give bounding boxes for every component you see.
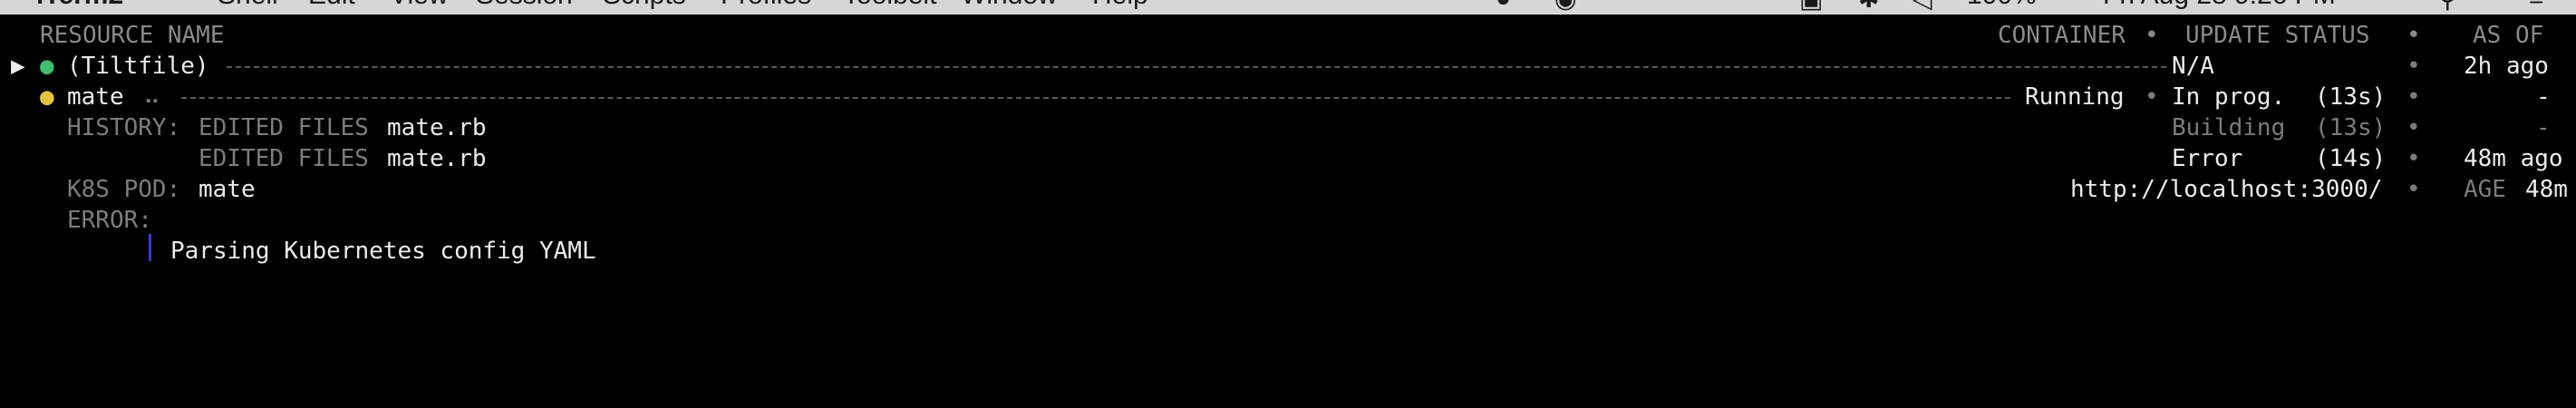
- header-row: RESOURCE NAME CONTAINER • UPDATE STATUS …: [0, 20, 2576, 51]
- history-status: Error: [2172, 145, 2243, 172]
- resource-name[interactable]: (Tiltfile): [67, 51, 209, 82]
- row-leader-rule: [227, 66, 2166, 68]
- status-dot-icon: ●: [40, 53, 54, 80]
- resource-row-tiltfile[interactable]: ▶ ● (Tiltfile) N/A • 2h ago: [0, 51, 2576, 82]
- row-sep: •: [2407, 53, 2421, 80]
- history-kind: EDITED FILES: [199, 145, 369, 172]
- tilt-terminal: RESOURCE NAME CONTAINER • UPDATE STATUS …: [0, 15, 2576, 265]
- col-container: CONTAINER: [1998, 22, 2126, 49]
- row-sep: •: [2145, 83, 2159, 111]
- tray-control-center-icon[interactable]: ≡: [2529, 0, 2543, 13]
- tray-status-icon[interactable]: ●: [1496, 0, 1511, 13]
- menu-clock[interactable]: Fri Aug 28 9:26 PM: [2103, 0, 2336, 11]
- menu-app-name[interactable]: iTerm2: [36, 0, 123, 11]
- tray-camera-icon[interactable]: ◉: [1554, 0, 1576, 14]
- update-status: N/A: [2172, 53, 2214, 80]
- menu-help[interactable]: Help: [1092, 0, 1148, 11]
- history-duration: (13s): [2315, 114, 2387, 141]
- menu-view[interactable]: View: [390, 0, 448, 11]
- history-row: EDITED FILES mate.rb Error (14s) • 48m a…: [0, 143, 2576, 174]
- container-status: Running: [2025, 83, 2125, 111]
- history-age: 48m ago: [2464, 145, 2563, 172]
- history-label: HISTORY:: [67, 114, 181, 141]
- build-spinner-icon: ⠤: [143, 83, 161, 111]
- menu-session[interactable]: Session: [476, 0, 573, 11]
- error-message: Parsing Kubernetes config YAML: [170, 238, 596, 265]
- col-resource-name: RESOURCE NAME: [40, 22, 225, 49]
- row-sep: •: [2407, 145, 2421, 172]
- resource-name[interactable]: mate: [67, 82, 124, 112]
- row-leader-rule: [181, 97, 2010, 99]
- col-update-status: UPDATE STATUS: [2185, 22, 2370, 49]
- history-row: HISTORY: EDITED FILES mate.rb Building (…: [0, 112, 2576, 143]
- error-message-row: Parsing Kubernetes config YAML: [0, 236, 2576, 267]
- pod-name: mate: [199, 176, 256, 203]
- row-sep: •: [2407, 114, 2421, 141]
- update-duration: (13s): [2315, 83, 2387, 111]
- pod-age-label: AGE: [2464, 176, 2506, 203]
- tray-volume-icon[interactable]: ◁: [1913, 0, 1932, 14]
- tray-display-icon[interactable]: ▣: [1799, 0, 1823, 14]
- menu-profiles[interactable]: Profiles: [721, 0, 811, 11]
- status-dot-icon: ●: [40, 83, 54, 111]
- history-duration: (14s): [2315, 145, 2387, 172]
- menu-window[interactable]: Window: [961, 0, 1058, 11]
- pod-age: 48m: [2525, 176, 2568, 203]
- tray-bluetooth-icon[interactable]: ✱: [1858, 0, 1879, 14]
- resource-row-mate[interactable]: ● mate ⠤ Running • In prog. (13s) • -: [0, 82, 2576, 112]
- menu-toolbelt[interactable]: Toolbelt: [843, 0, 936, 11]
- pod-label: K8S POD:: [67, 176, 181, 203]
- update-status: In prog.: [2172, 83, 2286, 111]
- menu-scripts[interactable]: Scripts: [603, 0, 686, 11]
- col-as-of: AS OF: [2473, 22, 2544, 49]
- history-status: Building: [2172, 114, 2286, 141]
- header-sep: •: [2145, 22, 2159, 49]
- history-kind: EDITED FILES: [199, 114, 369, 141]
- endpoint-link[interactable]: http://localhost:3000/: [2070, 174, 2382, 205]
- as-of-value: -: [2536, 83, 2551, 111]
- error-label: ERROR:: [67, 207, 152, 234]
- history-file: mate.rb: [387, 114, 487, 141]
- tray-battery-percent[interactable]: 100%: [1967, 0, 2037, 11]
- header-sep: •: [2407, 22, 2421, 49]
- error-row: ERROR:: [0, 205, 2576, 236]
- row-sep: •: [2407, 176, 2421, 203]
- tray-search-icon[interactable]: ⚲: [2438, 0, 2457, 14]
- menu-edit[interactable]: Edit: [308, 0, 355, 11]
- expand-caret-icon[interactable]: ▶: [11, 51, 25, 82]
- pod-row: K8S POD: mate http://localhost:3000/ • A…: [0, 174, 2576, 205]
- history-age: -: [2536, 114, 2551, 141]
- menu-bar: iTerm2 Shell Edit View Session Scripts P…: [0, 0, 2576, 15]
- as-of-value: 2h ago: [2464, 53, 2549, 80]
- menu-shell[interactable]: Shell: [218, 0, 278, 11]
- history-file: mate.rb: [387, 145, 487, 172]
- row-sep: •: [2407, 83, 2421, 111]
